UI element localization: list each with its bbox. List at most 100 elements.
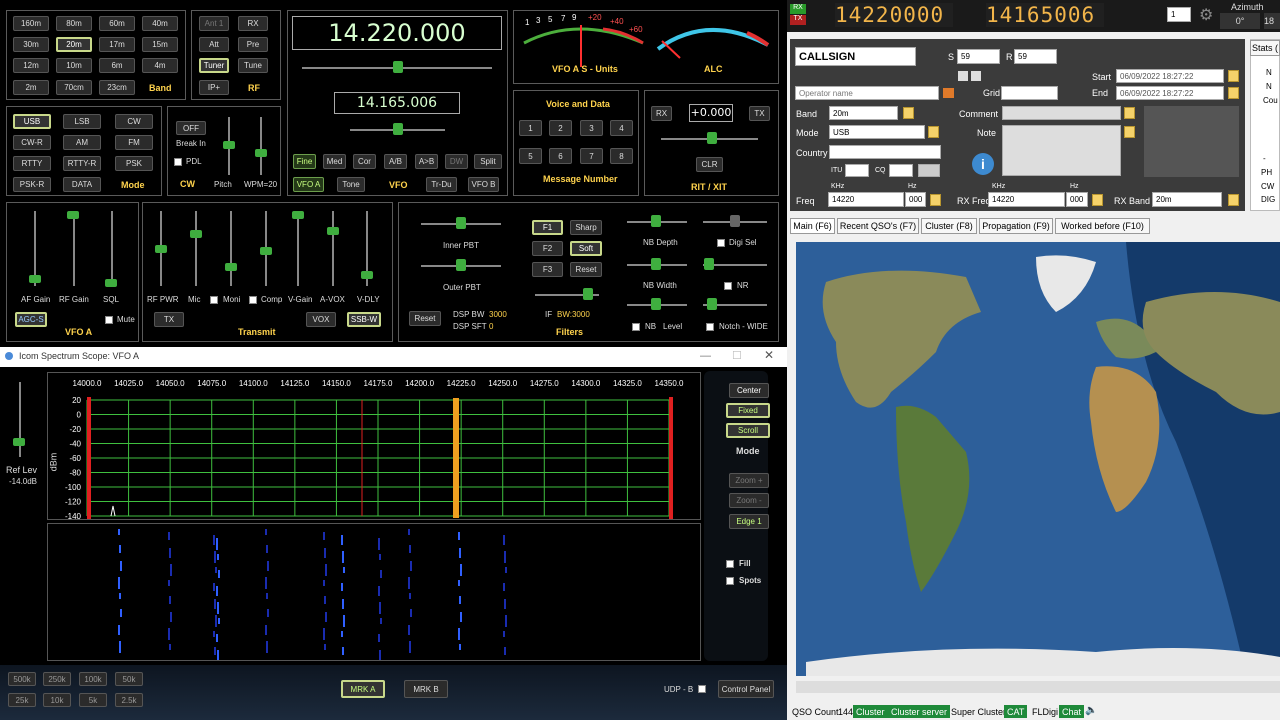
end-lock-icon[interactable] [1228,87,1239,99]
mode-usb-button[interactable]: USB [13,114,51,129]
mrk-b-button[interactable]: MRK B [404,680,448,698]
nr-checkbox[interactable] [724,282,732,290]
v-gain-slider[interactable] [297,211,299,286]
rx-freq-hz-input[interactable]: 000 [1066,192,1088,207]
band-select[interactable]: 20m [829,106,898,120]
mrk-a-button[interactable]: MRK A [341,680,385,698]
ssb-w-button[interactable]: SSB-W [347,312,381,327]
extra-box[interactable] [918,164,940,177]
sql-knob[interactable] [105,279,117,287]
ant1-button[interactable]: Ant 1 [199,16,229,31]
agc-s-button[interactable]: AGC-S [15,312,47,327]
band-12m-button[interactable]: 12m [13,58,49,73]
span-5k-button[interactable]: 5k [79,693,107,707]
if-bw-knob[interactable] [583,288,593,300]
v-dly-knob[interactable] [361,271,373,279]
ref-level-knob[interactable] [13,438,25,446]
edge-button[interactable]: Edge 1 [729,514,769,529]
freq-hz-input[interactable]: 000 [905,192,926,207]
maximize-icon[interactable]: ☐ [732,349,742,362]
end-input[interactable]: 06/09/2022 18:27:22 [1116,86,1224,100]
span-250k-button[interactable]: 250k [43,672,71,686]
filter-f1-button[interactable]: F1 [532,220,563,235]
a-b-button[interactable]: A/B [384,154,407,169]
freq-lock-icon[interactable] [930,194,941,206]
v-gain-knob[interactable] [292,211,304,219]
message-8-button[interactable]: 8 [610,148,633,164]
band-10m-button[interactable]: 10m [56,58,92,73]
split-button[interactable]: Split [474,154,502,169]
udp-b-checkbox[interactable] [698,685,706,693]
span-25k-button[interactable]: 25k [8,693,36,707]
filter-f2-button[interactable]: F2 [532,241,563,256]
nb-level-knob[interactable] [651,298,661,310]
band-40m-button[interactable]: 40m [142,16,178,31]
mode-lock-icon[interactable] [928,126,939,138]
status-fldigi[interactable]: FLDigi [1029,705,1061,718]
mode-select[interactable]: USB [829,125,925,139]
message-5-button[interactable]: 5 [519,148,542,164]
sub-frequency-display[interactable]: 14.165.006 [334,92,460,114]
center-button[interactable]: Center [729,383,769,398]
span-100k-button[interactable]: 100k [79,672,107,686]
digi-sel-knob[interactable] [730,215,740,227]
minimize-icon[interactable]: — [700,350,711,362]
scroll-button[interactable]: Scroll [726,423,770,438]
span-500k-button[interactable]: 500k [8,672,36,686]
rit-offset-display[interactable]: +0.000 [689,104,733,122]
nb-checkbox[interactable] [632,323,640,331]
info-icon[interactable]: i [972,153,994,175]
sql-slider[interactable] [111,211,113,286]
wpm-knob[interactable] [255,149,267,157]
dw-button[interactable]: DW [445,154,468,169]
country-select[interactable] [829,145,941,159]
tab-worked-before[interactable]: Worked before (F10) [1055,218,1150,234]
message-2-button[interactable]: 2 [549,120,572,136]
af-gain-knob[interactable] [29,275,41,283]
message-3-button[interactable]: 3 [580,120,603,136]
tab-main[interactable]: Main (F6) [790,218,835,234]
pbt-reset-button[interactable]: Reset [409,311,441,326]
rit-knob[interactable] [707,132,717,144]
mode-cw-button[interactable]: CW [115,114,153,129]
rx-band-lock-icon[interactable] [1228,194,1239,206]
band-2m-button[interactable]: 2m [13,80,49,95]
operator-input[interactable]: Operator name [795,86,939,100]
itu-select[interactable] [845,164,869,177]
mode-data-button[interactable]: DATA [63,177,101,192]
message-7-button[interactable]: 7 [580,148,603,164]
rx-freq-khz-input[interactable]: 14220 [988,192,1065,207]
vox-button[interactable]: VOX [306,312,336,327]
gear-icon[interactable]: ⚙ [1199,5,1213,25]
band-70cm-button[interactable]: 70cm [56,80,92,95]
span-50k-button[interactable]: 50k [115,672,143,686]
map-scrollbar[interactable] [796,681,1280,693]
zoom-out-button[interactable]: Zoom - [729,493,769,508]
clr-button[interactable]: CLR [696,157,723,172]
pdl-checkbox[interactable] [174,158,182,166]
comment-select[interactable] [1002,106,1121,120]
cw-off-button[interactable]: OFF [176,121,206,135]
band-lock-icon[interactable] [903,107,914,119]
filter-f3-button[interactable]: F3 [532,262,563,277]
mic-slider[interactable] [195,211,197,286]
mode-cwr-button[interactable]: CW-R [13,135,51,150]
tuner-button[interactable]: Tuner [199,58,229,73]
close-icon[interactable]: ✕ [764,348,774,362]
pitch-knob[interactable] [223,141,235,149]
spots-checkbox[interactable] [726,577,734,585]
mute-checkbox[interactable] [105,316,113,324]
rf-gain-knob[interactable] [67,211,79,219]
transmit-tx-button[interactable]: TX [154,312,184,327]
med-button[interactable]: Med [323,154,346,169]
tab-propagation[interactable]: Propagation (F9) [979,218,1053,234]
wpm-slider[interactable] [260,117,262,175]
band-4m-button[interactable]: 4m [142,58,178,73]
sub-tune-knob[interactable] [393,123,403,135]
mode-am-button[interactable]: AM [63,135,101,150]
message-1-button[interactable]: 1 [519,120,542,136]
rx-button[interactable]: RX [238,16,268,31]
rx-band-select[interactable]: 20m [1152,192,1222,207]
mode-fm-button[interactable]: FM [115,135,153,150]
comment-lock-icon[interactable] [1124,107,1135,119]
